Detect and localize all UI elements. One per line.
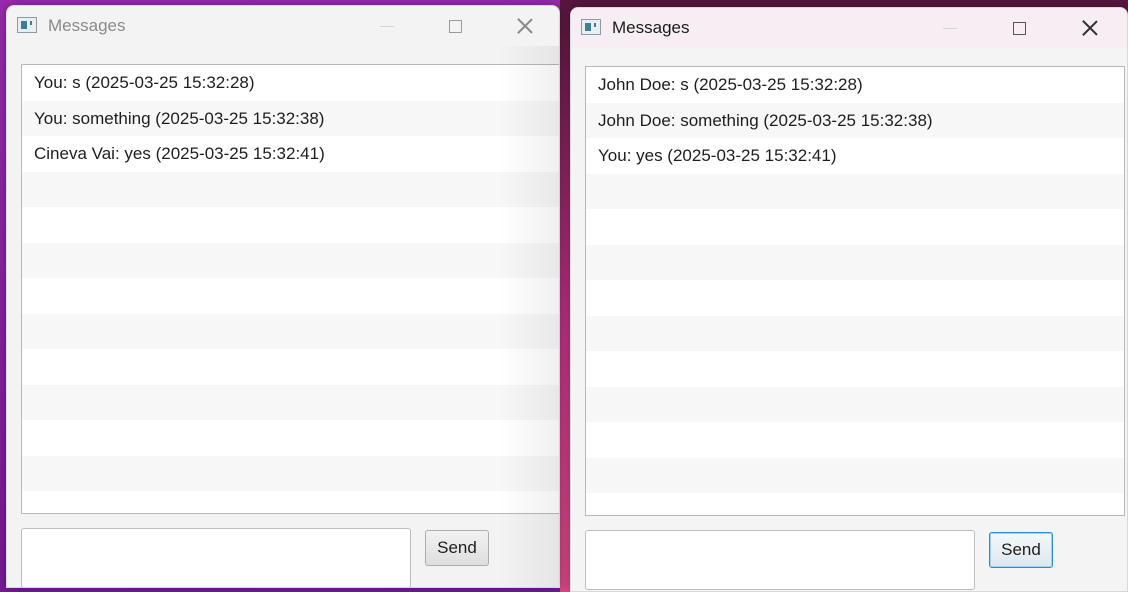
empty-list-row (22, 313, 559, 349)
maximize-icon (1012, 21, 1026, 35)
empty-list-row (586, 315, 1124, 351)
title-bar[interactable]: Messages (7, 6, 559, 46)
empty-list-row (586, 493, 1124, 515)
send-button[interactable]: Send (989, 532, 1053, 568)
app-icon (581, 19, 601, 35)
minimize-icon (380, 25, 394, 27)
maximize-button[interactable] (425, 6, 485, 46)
list-item[interactable]: You: s (2025-03-25 15:32:28) (22, 65, 559, 101)
window-title: Messages (48, 16, 126, 35)
list-item[interactable]: You: yes (2025-03-25 15:32:41) (586, 138, 1124, 174)
messages-window-right: Messages John Doe: s (2025-03-25 15:32:2… (570, 7, 1128, 592)
maximize-button[interactable] (989, 8, 1049, 48)
empty-list-row (22, 349, 559, 385)
empty-list-row (586, 209, 1124, 245)
empty-list-row (22, 242, 559, 278)
empty-list-row (22, 384, 559, 420)
close-icon (517, 18, 533, 34)
window-title: Messages (612, 18, 690, 37)
empty-list-row (586, 422, 1124, 458)
list-item[interactable]: John Doe: s (2025-03-25 15:32:28) (586, 67, 1124, 103)
minimize-button[interactable] (920, 8, 980, 48)
app-icon (17, 17, 37, 33)
empty-list-row (22, 420, 559, 456)
message-input[interactable] (585, 530, 975, 590)
close-button[interactable] (495, 6, 555, 46)
minimize-icon (943, 27, 957, 29)
list-item[interactable]: Cineva Vai: yes (2025-03-25 15:32:41) (22, 136, 559, 172)
close-button[interactable] (1060, 8, 1120, 48)
list-item[interactable]: You: something (2025-03-25 15:32:38) (22, 100, 559, 136)
send-button[interactable]: Send (425, 530, 489, 566)
empty-list-row (586, 280, 1124, 316)
empty-list-row (22, 171, 559, 207)
maximize-icon (448, 19, 462, 33)
title-bar[interactable]: Messages (571, 8, 1127, 48)
close-icon (1082, 20, 1098, 36)
empty-list-row (586, 244, 1124, 280)
list-item[interactable]: John Doe: something (2025-03-25 15:32:38… (586, 102, 1124, 138)
empty-list-row (22, 207, 559, 243)
window-content: John Doe: s (2025-03-25 15:32:28) John D… (571, 48, 1127, 591)
empty-list-row (586, 173, 1124, 209)
message-list[interactable]: You: s (2025-03-25 15:32:28) You: someth… (21, 64, 559, 514)
empty-list-row (22, 278, 559, 314)
empty-list-row (586, 386, 1124, 422)
messages-window-left: Messages You: s (2025-03-25 15:32:28) Yo… (6, 5, 560, 588)
message-list[interactable]: John Doe: s (2025-03-25 15:32:28) John D… (585, 66, 1125, 516)
message-input[interactable] (21, 528, 411, 587)
minimize-button[interactable] (357, 6, 417, 46)
empty-list-row (22, 491, 559, 513)
empty-list-row (22, 455, 559, 491)
empty-list-row (586, 457, 1124, 493)
window-content: You: s (2025-03-25 15:32:28) You: someth… (7, 46, 559, 587)
empty-list-row (586, 351, 1124, 387)
